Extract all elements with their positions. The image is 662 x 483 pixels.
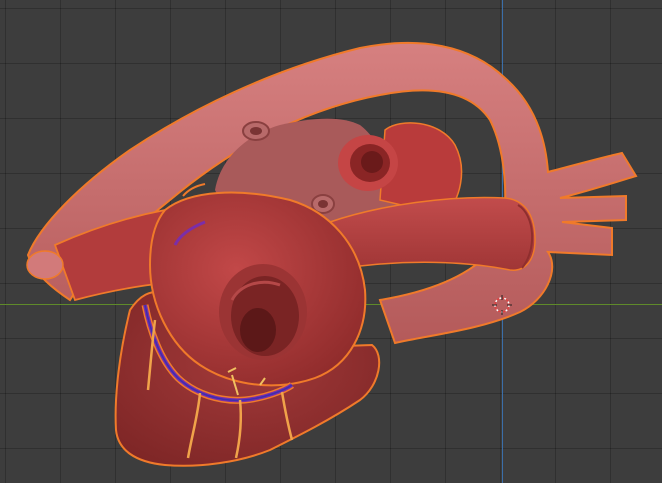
- 3d-cursor-icon[interactable]: [492, 295, 512, 315]
- heart-model[interactable]: [0, 0, 662, 483]
- 3d-viewport[interactable]: [0, 0, 662, 483]
